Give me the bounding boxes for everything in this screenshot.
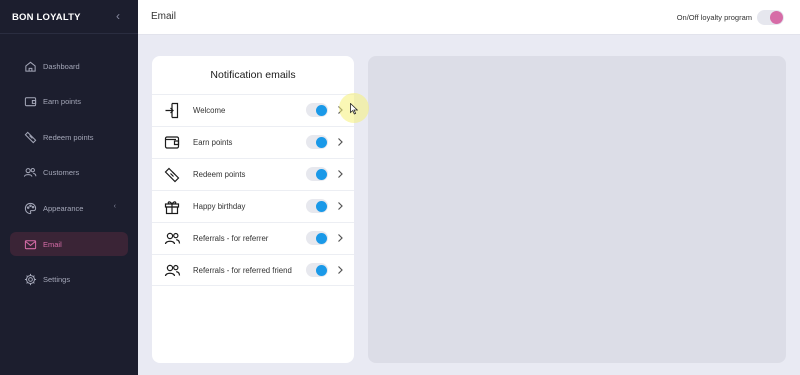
notification-toggle[interactable] <box>306 135 328 149</box>
notification-label: Earn points <box>193 138 233 147</box>
chevron-down-icon: ‹ <box>113 203 116 210</box>
toggle-knob <box>316 264 327 276</box>
top-bar: Email On/Off loyalty program <box>138 0 800 35</box>
ticket-icon <box>23 130 37 144</box>
notification-row-referrals-referred-friend[interactable]: Referrals - for referred friend <box>152 254 354 286</box>
notification-label: Referrals - for referred friend <box>193 265 292 275</box>
sidebar-item-customers[interactable]: Customers <box>10 160 128 184</box>
chevron-right-icon[interactable] <box>335 264 345 276</box>
notification-toggle[interactable] <box>306 167 328 181</box>
loyalty-program-toggle[interactable] <box>757 10 784 25</box>
home-icon <box>23 59 37 73</box>
notification-emails-card: Notification emails Welcome Earn points … <box>152 56 354 363</box>
notification-row-referrals-referrer[interactable]: Referrals - for referrer <box>152 222 354 254</box>
notification-label: Welcome <box>193 106 226 115</box>
toggle-knob <box>316 104 327 116</box>
sidebar-item-label: Customers <box>43 167 80 177</box>
sidebar-item-redeem-points[interactable]: Redeem points <box>10 125 128 149</box>
notification-label: Referrals - for referrer <box>193 234 269 243</box>
notification-toggle[interactable] <box>306 263 328 277</box>
toggle-knob <box>316 200 327 212</box>
notification-row-redeem-points[interactable]: Redeem points <box>152 158 354 190</box>
mouse-cursor-icon <box>350 103 358 115</box>
sidebar-item-label: Redeem points <box>43 132 94 142</box>
sidebar-item-earn-points[interactable]: Earn points <box>10 89 128 113</box>
notification-toggle[interactable] <box>306 199 328 213</box>
toggle-knob <box>770 11 783 24</box>
notification-row-welcome[interactable]: Welcome <box>152 94 354 126</box>
sidebar: BON LOYALTY ‹ Dashboard Earn points Rede… <box>0 0 138 375</box>
users-icon <box>163 261 181 279</box>
sidebar-item-email[interactable]: Email <box>10 232 128 256</box>
notification-row-happy-birthday[interactable]: Happy birthday <box>152 190 354 222</box>
collapse-sidebar-icon[interactable]: ‹ <box>113 9 123 23</box>
ticket-icon <box>163 166 181 184</box>
sidebar-item-label: Appearance <box>43 203 84 213</box>
toggle-knob <box>316 168 327 180</box>
notification-label: Redeem points <box>193 170 246 179</box>
divider <box>0 33 138 34</box>
sidebar-item-label: Earn points <box>43 96 81 106</box>
toggle-knob <box>316 232 327 244</box>
chevron-right-icon[interactable] <box>335 136 345 148</box>
sidebar-item-label: Email <box>43 239 62 249</box>
sidebar-item-dashboard[interactable]: Dashboard <box>10 54 128 78</box>
gear-icon <box>23 272 37 286</box>
users-icon <box>23 165 37 179</box>
chevron-right-icon[interactable] <box>335 232 345 244</box>
palette-icon <box>23 201 37 215</box>
sidebar-item-appearance[interactable]: Appearance ‹ <box>10 196 128 220</box>
chevron-right-icon[interactable] <box>335 200 345 212</box>
mail-icon <box>23 237 37 251</box>
loyalty-toggle-label: On/Off loyalty program <box>676 13 752 22</box>
notification-label: Happy birthday <box>193 202 246 211</box>
sidebar-item-label: Dashboard <box>43 61 80 71</box>
notification-toggle[interactable] <box>306 231 328 245</box>
notification-toggle[interactable] <box>306 103 328 117</box>
door-enter-icon <box>163 102 181 120</box>
email-preview-panel <box>368 56 786 363</box>
wallet-icon <box>163 134 181 152</box>
toggle-knob <box>316 136 327 148</box>
gift-icon <box>163 198 181 216</box>
page-title: Email <box>151 11 177 22</box>
notification-row-earn-points[interactable]: Earn points <box>152 126 354 158</box>
brand-logo: BON LOYALTY <box>12 12 81 23</box>
users-icon <box>163 230 181 248</box>
chevron-right-icon[interactable] <box>335 168 345 180</box>
card-heading: Notification emails <box>210 69 296 81</box>
sidebar-item-label: Settings <box>43 274 71 284</box>
sidebar-item-settings[interactable]: Settings <box>10 267 128 291</box>
wallet-icon <box>23 94 37 108</box>
